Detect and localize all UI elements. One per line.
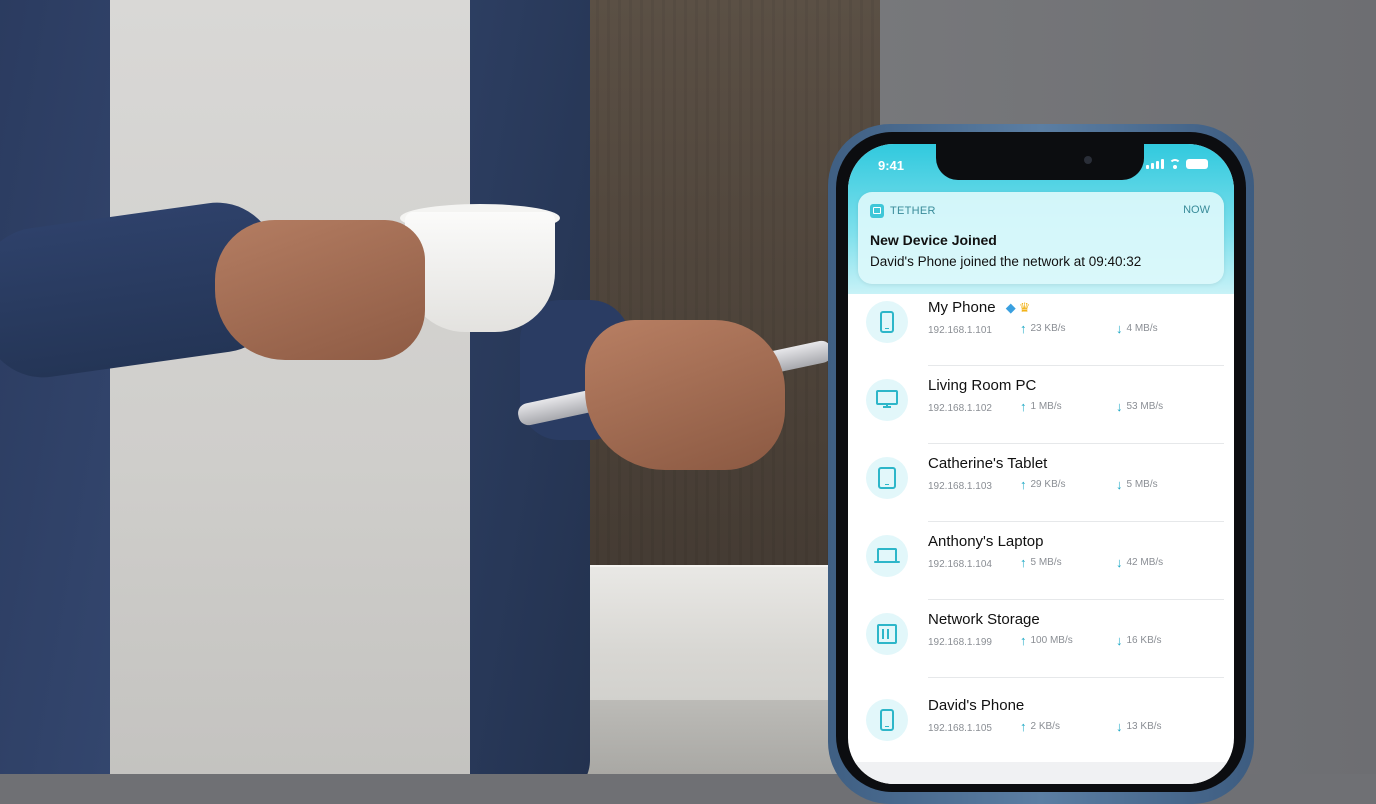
device-item-my-phone[interactable]: My Phone ◆ ♛ 192.168.1.101 ↑ 23 KB/s ↓ 4 M… [848,288,1234,366]
device-ip: 192.168.1.103 [928,481,992,492]
arrow-up-icon: ↑ [1020,554,1027,570]
hand-holding-phone [585,320,785,470]
upload-speed: ↑ 23 KB/s [1020,320,1066,336]
hand-holding-cup [215,220,425,360]
device-item-anthonys-laptop[interactable]: Anthony's Laptop 192.168.1.104 ↑ 5 MB/s ↓… [848,522,1234,600]
device-ip: 192.168.1.102 [928,403,992,414]
download-speed: ↓ 42 MB/s [1116,554,1164,570]
arrow-down-icon: ↓ [1116,476,1123,492]
phone-icon [880,311,894,333]
device-name: My Phone ◆ ♛ [928,299,1031,316]
device-ip: 192.168.1.199 [928,637,992,648]
device-icon-circle [866,613,908,655]
device-ip: 192.168.1.104 [928,559,992,570]
arrow-down-icon: ↓ [1116,398,1123,414]
crown-icon: ♛ [1018,300,1031,316]
arrow-up-icon: ↑ [1020,718,1027,734]
upload-speed: ↑ 1 MB/s [1020,398,1062,414]
notification-app: TETHER [870,204,936,218]
download-speed: ↓ 5 MB/s [1116,476,1158,492]
notification-title: New Device Joined [870,232,997,248]
arrow-up-icon: ↑ [1020,632,1027,648]
screen-bottom-bar [848,762,1234,784]
upload-speed: ↑ 29 KB/s [1020,476,1066,492]
notification-time: NOW [1183,204,1210,216]
device-item-catherines-tablet[interactable]: Catherine's Tablet 192.168.1.103 ↑ 29 KB/… [848,444,1234,522]
download-speed: ↓ 4 MB/s [1116,320,1158,336]
tablet-icon [878,467,896,489]
coffee-cup [405,212,555,332]
battery-icon [1186,159,1208,169]
device-name: Living Room PC [928,377,1037,394]
phone-notch [936,144,1144,180]
arrow-down-icon: ↓ [1116,320,1123,336]
notification-app-name: TETHER [890,205,936,217]
device-item-living-room-pc[interactable]: Living Room PC 192.168.1.102 ↑ 1 MB/s ↓ 53… [848,366,1234,444]
device-item-network-storage[interactable]: Network Storage 192.168.1.199 ↑ 100 MB/s … [848,600,1234,678]
device-name: David's Phone [928,697,1025,714]
device-name: Catherine's Tablet [928,455,1048,472]
device-icon-circle [866,457,908,499]
device-name: Anthony's Laptop [928,533,1044,550]
signal-icon [1146,159,1164,169]
arrow-up-icon: ↑ [1020,398,1027,414]
person-shirt [110,0,470,774]
device-icon-circle [866,535,908,577]
download-speed: ↓ 53 MB/s [1116,398,1164,414]
device-ip: 192.168.1.105 [928,723,992,734]
camera-icon [1084,156,1092,164]
device-icon-circle [866,699,908,741]
wifi-icon [1169,159,1181,169]
upload-speed: ↑ 5 MB/s [1020,554,1062,570]
diamond-icon: ◆ [1005,300,1016,316]
download-speed: ↓ 13 KB/s [1116,718,1162,734]
arrow-up-icon: ↑ [1020,476,1027,492]
upload-speed: ↑ 100 MB/s [1020,632,1073,648]
status-time: 9:41 [878,158,905,173]
laptop-icon [874,547,900,563]
phone-icon [880,709,894,731]
device-icon-circle [866,301,908,343]
notification-banner[interactable]: TETHER NOW New Device Joined David's Pho… [858,192,1224,284]
arrow-down-icon: ↓ [1116,632,1123,648]
device-ip: 192.168.1.101 [928,325,992,336]
divider [928,677,1224,678]
arrow-down-icon: ↓ [1116,718,1123,734]
notification-body: David's Phone joined the network at 09:4… [870,254,1142,269]
status-icons [1146,159,1208,169]
device-icon-circle [866,379,908,421]
upload-speed: ↑ 2 KB/s [1020,718,1060,734]
monitor-icon [876,390,898,408]
arrow-up-icon: ↑ [1020,320,1027,336]
phone-screen: 9:41 TETHER NOW New Device Joined David'… [848,144,1234,784]
device-item-davids-phone[interactable]: David's Phone 192.168.1.105 ↑ 2 KB/s ↓ 13 … [848,686,1234,764]
device-name: Network Storage [928,611,1040,628]
arrow-down-icon: ↓ [1116,554,1123,570]
download-speed: ↓ 16 KB/s [1116,632,1162,648]
storage-icon [877,624,897,644]
tether-app-icon [870,204,884,218]
